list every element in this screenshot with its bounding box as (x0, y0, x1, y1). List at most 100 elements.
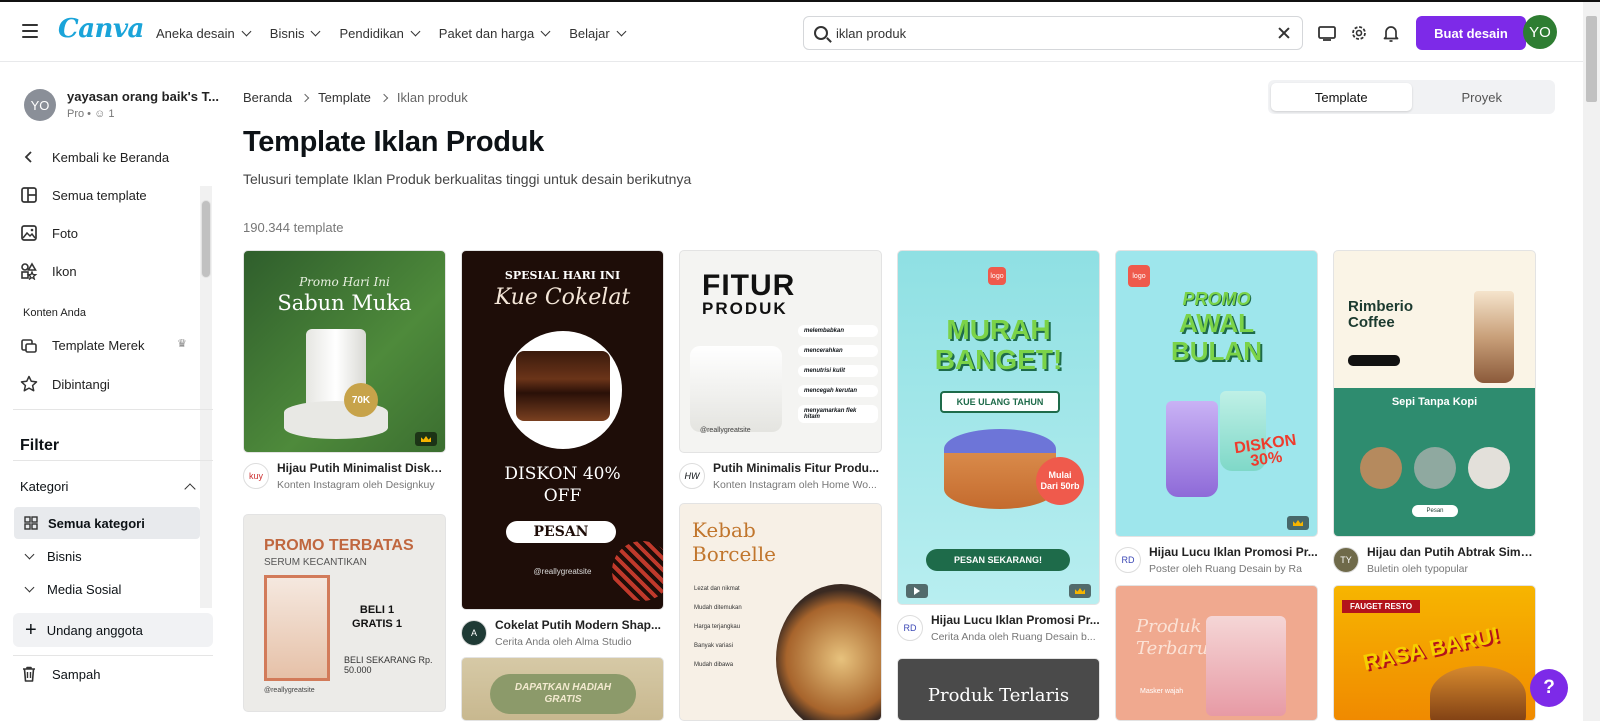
category-all[interactable]: Semua kategori (14, 507, 200, 539)
template-thumbnail[interactable]: DAPATKAN HADIAH GRATIS (461, 657, 664, 721)
creator-avatar[interactable]: HW (679, 463, 705, 489)
decor-stripes (612, 541, 663, 601)
main-content: Beranda Template Iklan produk Template P… (243, 63, 1563, 721)
discount-text: DISKON 30% (1233, 431, 1298, 471)
poster-button: Pesan (1412, 505, 1458, 517)
card-title[interactable]: Cokelat Putih Modern Shap... (495, 618, 665, 632)
template-thumbnail[interactable]: logo PROMO AWAL BULAN DISKON 30% (1115, 250, 1318, 537)
sidebar-item-icons[interactable]: Ikon (20, 262, 77, 280)
feature-list: melembabkan mencerahkan menutrisi kulit … (798, 325, 878, 423)
template-thumbnail[interactable]: FAUGET RESTO RASA BARU! (1333, 585, 1536, 721)
breadcrumb-template[interactable]: Template (318, 90, 371, 105)
card-title[interactable]: Hijau Lucu Iklan Promosi Pr... (931, 613, 1101, 627)
creator-avatar[interactable]: kuy (243, 463, 269, 489)
sidebar-item-starred[interactable]: Dibintangi (20, 375, 110, 393)
template-thumbnail[interactable]: Produk Terlaris (897, 658, 1100, 721)
feature-item: Masker wajah (1140, 688, 1184, 695)
cake-image (516, 351, 610, 421)
plus-icon: + (25, 619, 37, 641)
crown-icon (1287, 516, 1309, 530)
gear-icon[interactable] (1348, 22, 1370, 44)
chevron-right-icon (379, 93, 389, 102)
category-bisnis[interactable]: Bisnis (14, 540, 200, 572)
template-thumbnail[interactable]: PROMO TERBATAS SERUM KECANTIKAN BELI 1 G… (243, 514, 446, 712)
poster-text: Kebab Borcelle (692, 518, 776, 566)
category-label: Bisnis (47, 548, 82, 564)
template-thumbnail[interactable]: Promo Hari Ini Sabun Muka 70K (243, 250, 446, 453)
template-thumbnail[interactable]: logo MURAH BANGET! KUE ULANG TAHUN Mulai… (897, 250, 1100, 605)
card-creator: Konten Instagram oleh Designkuy (277, 479, 435, 491)
template-thumbnail[interactable]: FITUR PRODUK melembabkan mencerahkan men… (679, 250, 882, 453)
team-name[interactable]: yayasan orang baik's T... (67, 89, 219, 104)
poster-text: @reallygreatsite (264, 687, 315, 694)
card-title[interactable]: Putih Minimalis Fitur Produ... (713, 461, 883, 475)
nav-pendidikan[interactable]: Pendidikan (329, 22, 428, 44)
menu-icon[interactable] (22, 24, 38, 38)
scrollbar-thumb[interactable] (201, 200, 211, 278)
create-design-button[interactable]: Buat desain (1416, 16, 1526, 50)
scrollbar-thumb[interactable] (1586, 16, 1597, 102)
category-media-sosial[interactable]: Media Sosial (14, 573, 200, 605)
template-thumbnail[interactable]: Kebab Borcelle Lezat dan nikmat Mudah di… (679, 503, 882, 721)
sidebar-item-photos[interactable]: Foto (20, 224, 78, 242)
back-to-home-link[interactable]: Kembali ke Beranda (20, 148, 169, 166)
team-meta: Pro • ☺ 1 (67, 108, 115, 120)
filter-title: Filter (20, 437, 60, 454)
creator-avatar[interactable]: RD (1115, 547, 1141, 573)
trash-link[interactable]: Sampah (20, 665, 100, 683)
divider (13, 460, 213, 461)
user-avatar[interactable]: YO (1523, 15, 1557, 49)
crown-icon (415, 432, 437, 446)
tab-proyek[interactable]: Proyek (1412, 83, 1553, 111)
nav-aneka-desain[interactable]: Aneka desain (146, 22, 260, 44)
creator-avatar[interactable]: TY (1333, 547, 1359, 573)
card-creator: Buletin oleh typopular (1367, 563, 1468, 575)
card-meta: TY Hijau dan Putih Abtrak Simp... Buleti… (1333, 543, 1537, 583)
poster-text: SERUM KECANTIKAN (264, 557, 367, 568)
desktop-icon[interactable] (1316, 22, 1338, 44)
category-label: Media Sosial (47, 581, 122, 597)
template-thumbnail[interactable]: SPESIAL HARI INI Kue Cokelat DISKON 40% … (461, 250, 664, 610)
nav-paket-harga[interactable]: Paket dan harga (429, 22, 559, 44)
team-avatar[interactable]: YO (24, 89, 56, 121)
poster-text: SPESIAL HARI INI (504, 269, 621, 282)
poster-text: Produk Terbaru (1136, 616, 1209, 659)
chevron-right-icon (300, 93, 310, 102)
cafe-photo (1414, 447, 1456, 489)
layout-icon (20, 186, 38, 204)
canva-logo[interactable]: Canva (58, 14, 144, 44)
help-button[interactable]: ? (1530, 669, 1568, 707)
template-count: 190.344 template (243, 220, 344, 235)
feature-item: Banyak variasi (694, 643, 734, 649)
breadcrumb-home[interactable]: Beranda (243, 90, 292, 105)
price-badge: Mulai Dari 50rb (1036, 457, 1084, 505)
feature-item: menutrisi kulit (798, 365, 878, 377)
category-toggle[interactable]: Kategori (20, 479, 196, 495)
template-thumbnail[interactable]: Rimberio Coffee Sepi Tanpa Kopi Pesan (1333, 250, 1536, 537)
poster-text: @reallygreatsite (700, 427, 751, 434)
invite-members-button[interactable]: + Undang anggota (13, 613, 213, 647)
sidebar-item-brand-templates[interactable]: Template Merek ♛ (20, 336, 187, 354)
breadcrumb: Beranda Template Iklan produk (243, 90, 468, 105)
burger-image (1430, 666, 1526, 720)
sidebar-scrollbar[interactable] (200, 186, 212, 608)
image-icon (20, 224, 38, 242)
card-title[interactable]: Hijau dan Putih Abtrak Simp... (1367, 545, 1537, 559)
nav-belajar[interactable]: Belajar (559, 22, 634, 44)
chevron-down-icon (24, 582, 35, 592)
creator-avatar[interactable]: RD (897, 615, 923, 641)
close-icon[interactable] (1274, 23, 1294, 43)
poster-text: Produk Terlaris (927, 685, 1070, 706)
search-input[interactable] (836, 17, 1256, 49)
card-title[interactable]: Hijau Putih Minimalist Disko... (277, 461, 447, 475)
kebab-image (776, 584, 881, 720)
page-scrollbar[interactable] (1583, 2, 1600, 721)
sidebar-item-all-templates[interactable]: Semua template (20, 186, 147, 204)
card-title[interactable]: Hijau Lucu Iklan Promosi Pr... (1149, 545, 1319, 559)
nav-bisnis[interactable]: Bisnis (260, 22, 330, 44)
template-thumbnail[interactable]: Produk Terbaru Masker wajah (1115, 585, 1318, 721)
bell-icon[interactable] (1380, 22, 1402, 44)
tab-template[interactable]: Template (1271, 83, 1412, 111)
creator-avatar[interactable]: A (461, 620, 487, 646)
play-icon (906, 584, 928, 598)
